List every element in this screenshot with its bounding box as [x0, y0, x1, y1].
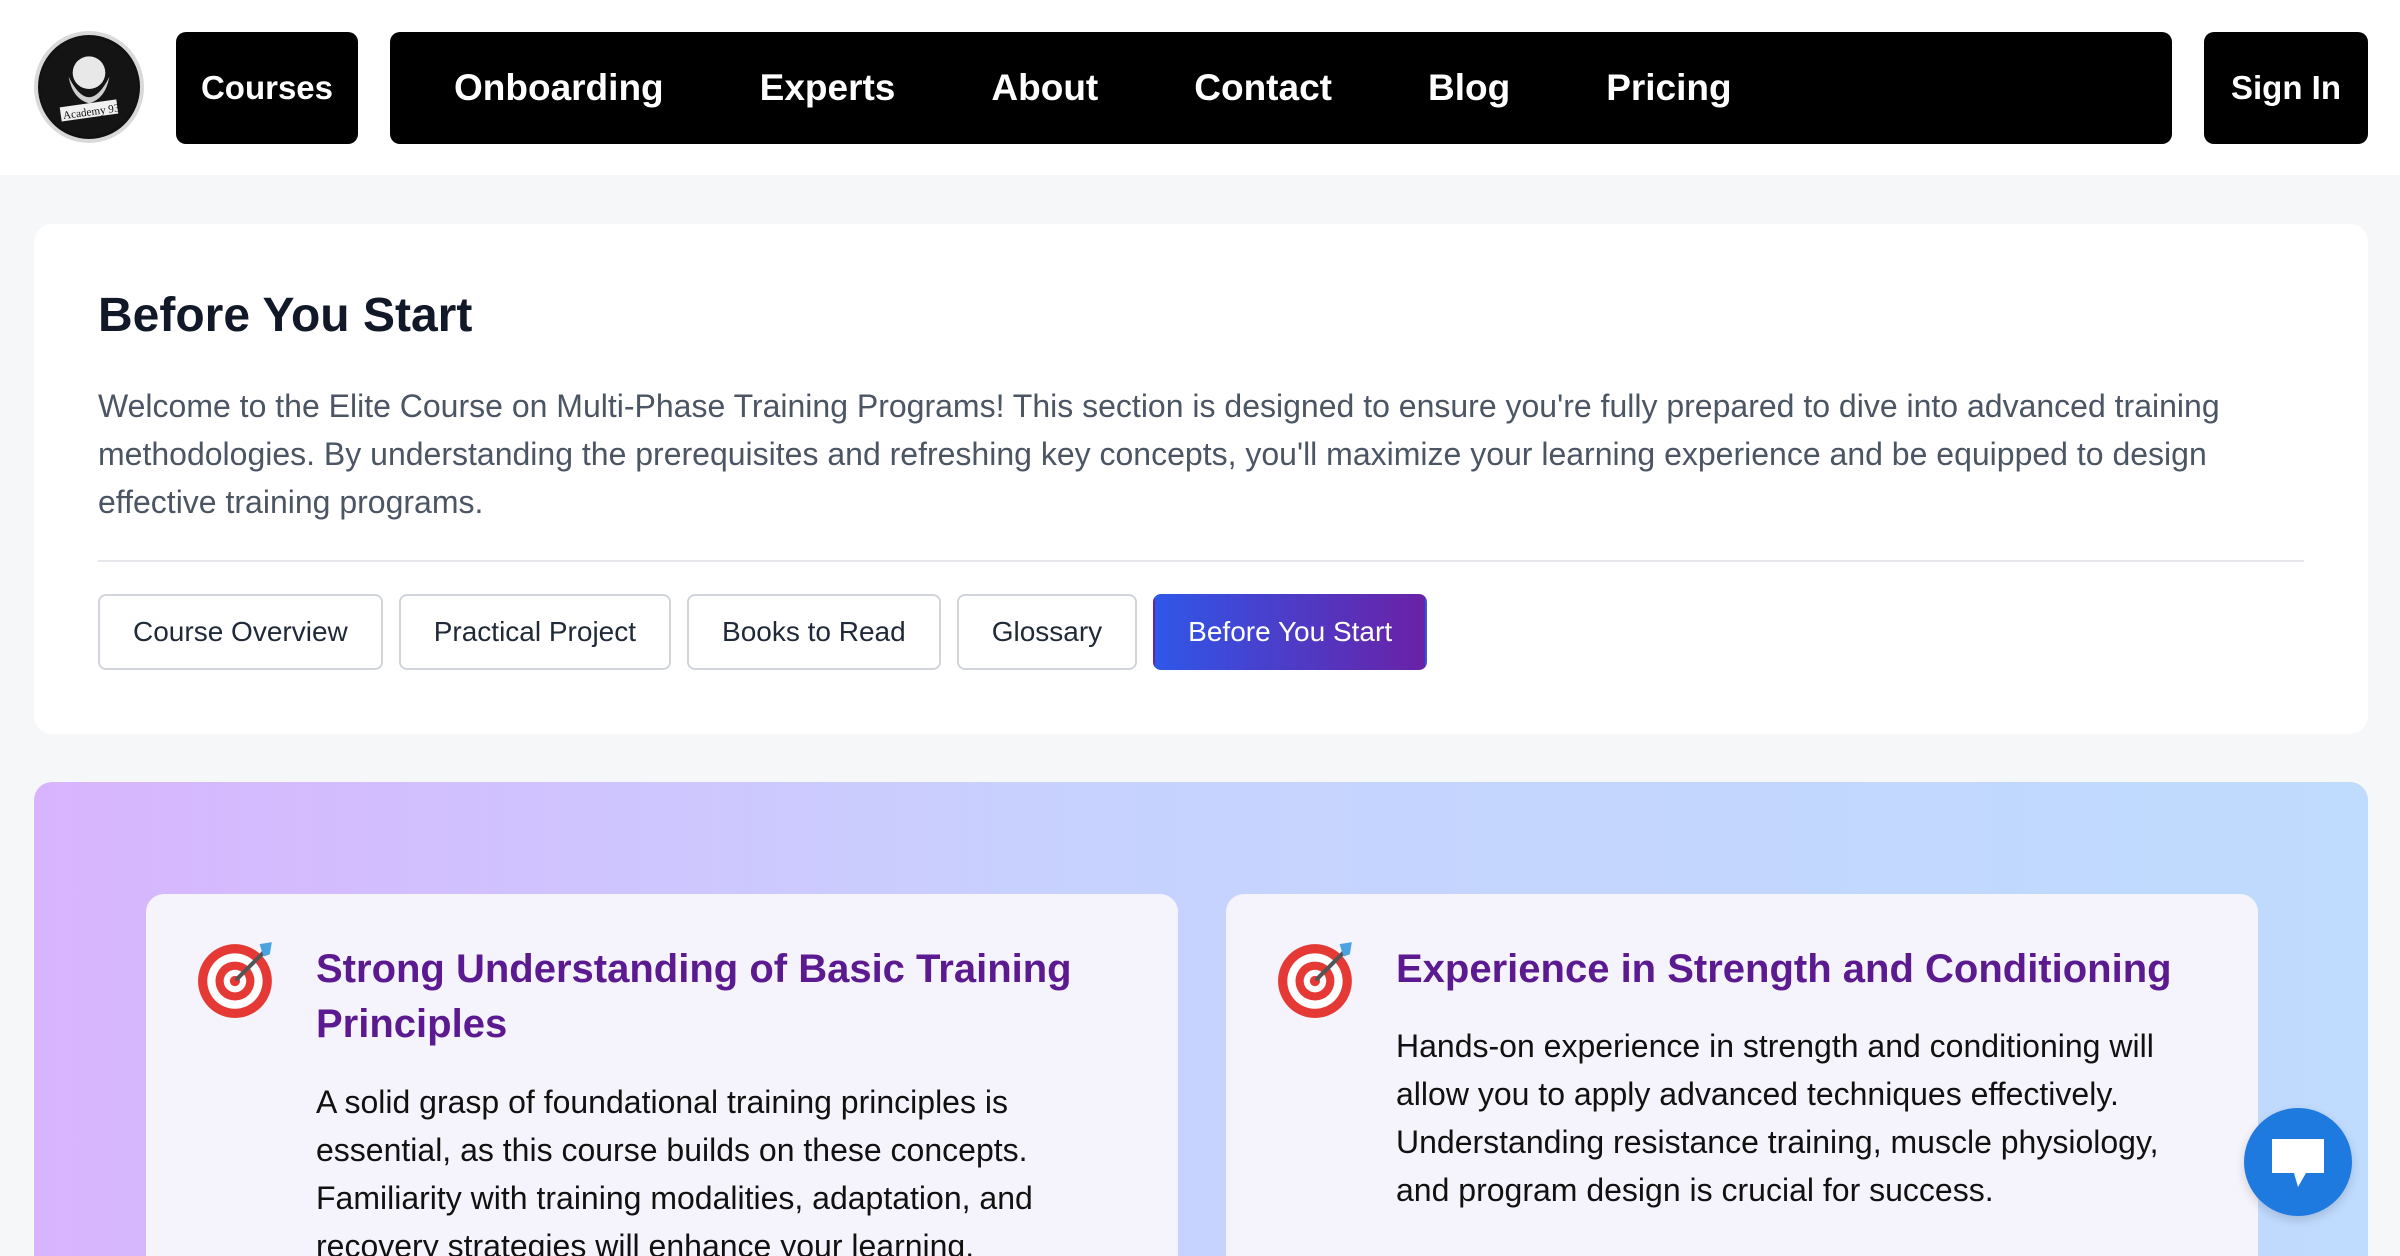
nav-blog[interactable]: Blog — [1428, 67, 1510, 109]
section-tabs: Course Overview Practical Project Books … — [98, 594, 1443, 670]
target-dart-icon — [1278, 942, 1352, 1018]
prereq-title: Experience in Strength and Conditioning — [1396, 947, 2172, 991]
intro-description: Welcome to the Elite Course on Multi-Pha… — [98, 388, 2220, 520]
divider — [98, 560, 2304, 562]
tab-course-overview[interactable]: Course Overview — [98, 594, 383, 670]
nav-contact[interactable]: Contact — [1194, 67, 1332, 109]
courses-button[interactable]: Courses — [176, 32, 358, 144]
prerequisites-section: Strong Understanding of Basic Training P… — [34, 782, 2368, 1256]
tab-before-you-start[interactable]: Before You Start — [1153, 594, 1428, 670]
sign-in-button[interactable]: Sign In — [2204, 32, 2368, 144]
prereq-text: Hands-on experience in strength and cond… — [1396, 1028, 2159, 1208]
tab-practical-project[interactable]: Practical Project — [398, 594, 672, 670]
prereq-title: Strong Understanding of Basic Training P… — [316, 947, 1072, 1046]
academy-logo-icon: Academy 93 — [40, 38, 138, 136]
chat-button[interactable] — [2244, 1108, 2352, 1216]
nav-about[interactable]: About — [991, 67, 1098, 109]
chat-bubble-icon — [2272, 1139, 2324, 1187]
site-header: Academy 93 Courses Onboarding Experts Ab… — [0, 0, 2400, 175]
target-dart-icon — [198, 942, 272, 1018]
tab-glossary[interactable]: Glossary — [956, 594, 1138, 670]
prereq-text: A solid grasp of foundational training p… — [316, 1084, 1033, 1256]
prereq-card: Strong Understanding of Basic Training P… — [146, 894, 1178, 1256]
nav-pricing[interactable]: Pricing — [1606, 67, 1731, 109]
academy-logo[interactable]: Academy 93 — [34, 31, 144, 143]
main-nav: Onboarding Experts About Contact Blog Pr… — [390, 32, 2172, 144]
nav-onboarding[interactable]: Onboarding — [454, 67, 664, 109]
intro-card: Before You Start Welcome to the Elite Co… — [34, 224, 2368, 734]
nav-experts[interactable]: Experts — [760, 67, 896, 109]
tab-books-to-read[interactable]: Books to Read — [687, 594, 941, 670]
page-title: Before You Start — [98, 289, 473, 342]
prereq-card: Experience in Strength and Conditioning … — [1226, 894, 2258, 1256]
